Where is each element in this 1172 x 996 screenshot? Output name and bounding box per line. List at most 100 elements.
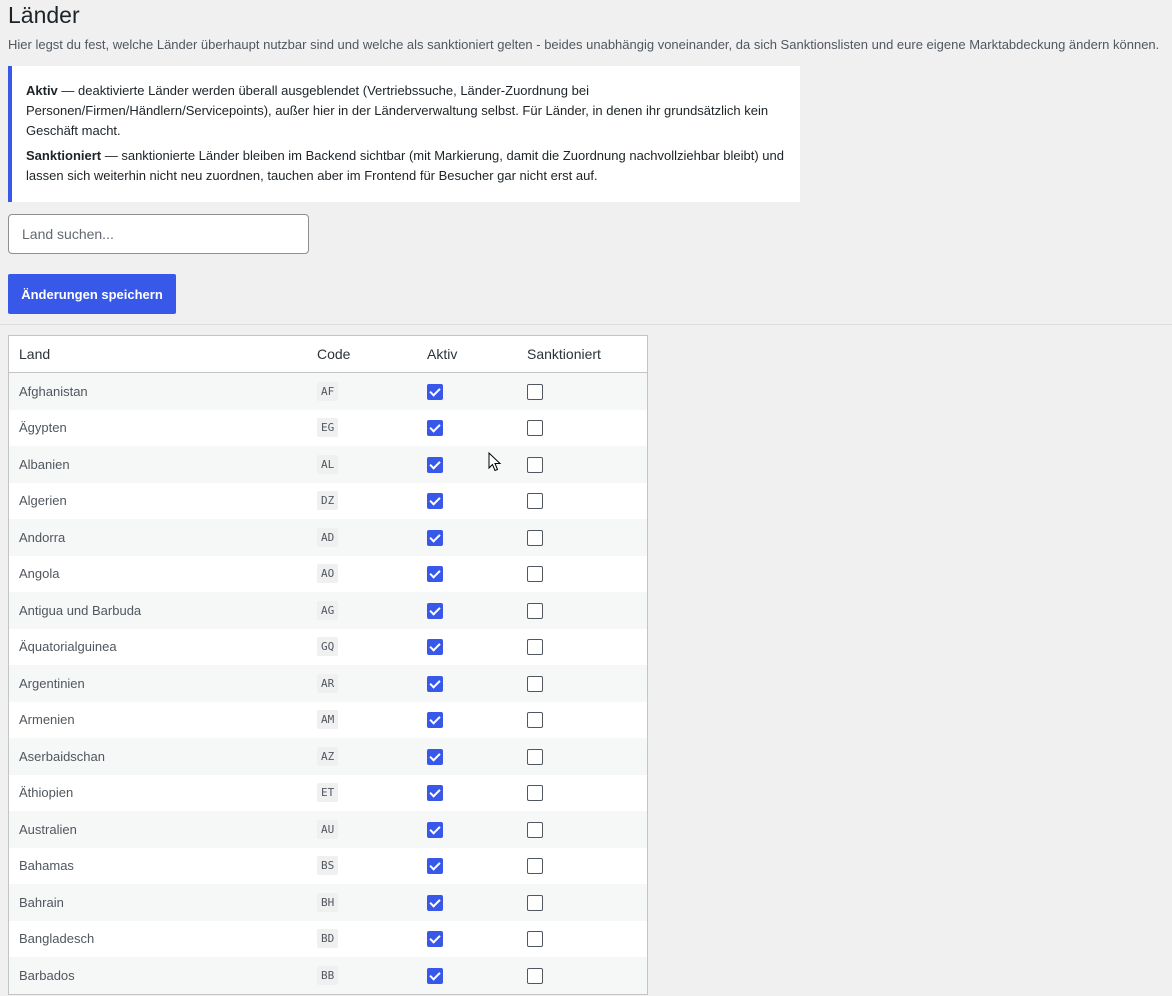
country-code-cell: AR xyxy=(307,665,417,702)
aktiv-checkbox[interactable] xyxy=(427,456,443,473)
aktiv-cell xyxy=(417,884,517,921)
mouse-cursor-icon xyxy=(488,452,502,472)
aktiv-checkbox[interactable] xyxy=(427,821,443,838)
save-changes-button[interactable]: Änderungen speichern xyxy=(8,274,176,314)
aktiv-cell xyxy=(417,957,517,994)
sanktioniert-checkbox[interactable] xyxy=(527,894,543,911)
page-description: Hier legst du fest, welche Länder überha… xyxy=(8,37,1160,52)
country-name: Argentinien xyxy=(9,665,307,702)
aktiv-cell xyxy=(417,482,517,519)
aktiv-checkbox[interactable] xyxy=(427,602,443,619)
country-code-cell: AF xyxy=(307,372,417,410)
aktiv-cell xyxy=(417,555,517,592)
country-code-cell: AG xyxy=(307,592,417,629)
country-name: Bangladesch xyxy=(9,920,307,957)
table-row: Äquatorialguinea GQ xyxy=(9,628,647,665)
country-code-badge: GQ xyxy=(317,637,339,657)
country-code-badge: BS xyxy=(317,856,339,876)
sanktioniert-cell xyxy=(517,628,647,665)
country-code-cell: ET xyxy=(307,774,417,811)
country-code-cell: AO xyxy=(307,555,417,592)
sanktioniert-cell xyxy=(517,446,647,483)
country-name: Albanien xyxy=(9,446,307,483)
sanktioniert-cell xyxy=(517,847,647,884)
aktiv-cell xyxy=(417,446,517,483)
sanktioniert-cell xyxy=(517,482,647,519)
country-code-cell: AZ xyxy=(307,738,417,775)
sanktioniert-checkbox[interactable] xyxy=(527,712,543,729)
aktiv-cell xyxy=(417,738,517,775)
sanktioniert-checkbox[interactable] xyxy=(527,748,543,765)
country-code-cell: BS xyxy=(307,847,417,884)
sanktioniert-checkbox[interactable] xyxy=(527,785,543,802)
column-header-code[interactable]: Code xyxy=(307,336,417,373)
country-name: Armenien xyxy=(9,701,307,738)
country-name: Bahrain xyxy=(9,884,307,921)
country-code-cell: AM xyxy=(307,701,417,738)
column-header-sanktioniert[interactable]: Sanktioniert xyxy=(517,336,647,373)
country-name: Ägypten xyxy=(9,409,307,446)
table-row: Aserbaidschan AZ xyxy=(9,738,647,775)
aktiv-cell xyxy=(417,665,517,702)
country-code-cell: GQ xyxy=(307,628,417,665)
info-notice: Aktiv — deaktivierte Länder werden übera… xyxy=(8,66,800,202)
table-row: Australien AU xyxy=(9,811,647,848)
column-header-land[interactable]: Land xyxy=(9,336,307,373)
aktiv-cell xyxy=(417,774,517,811)
sanktioniert-checkbox[interactable] xyxy=(527,931,543,948)
country-code-badge: DZ xyxy=(317,491,339,511)
country-code-badge: AR xyxy=(317,673,339,693)
aktiv-checkbox[interactable] xyxy=(427,931,443,948)
country-code-cell: BB xyxy=(307,957,417,994)
country-search-input[interactable] xyxy=(8,214,309,254)
sanktioniert-cell xyxy=(517,519,647,556)
sanktioniert-checkbox[interactable] xyxy=(527,456,543,473)
country-name: Algerien xyxy=(9,482,307,519)
table-row: Argentinien AR xyxy=(9,665,647,702)
aktiv-checkbox[interactable] xyxy=(427,748,443,765)
aktiv-checkbox[interactable] xyxy=(427,967,443,984)
country-code-badge: BH xyxy=(317,892,339,912)
country-code-cell: EG xyxy=(307,409,417,446)
aktiv-checkbox[interactable] xyxy=(427,529,443,546)
sanktioniert-cell xyxy=(517,738,647,775)
aktiv-checkbox[interactable] xyxy=(427,675,443,692)
country-code-badge: AZ xyxy=(317,746,339,766)
aktiv-checkbox[interactable] xyxy=(427,894,443,911)
sanktioniert-checkbox[interactable] xyxy=(527,529,543,546)
sanktioniert-checkbox[interactable] xyxy=(527,420,543,437)
aktiv-checkbox[interactable] xyxy=(427,785,443,802)
notice-aktiv: Aktiv — deaktivierte Länder werden übera… xyxy=(26,81,786,141)
aktiv-checkbox[interactable] xyxy=(427,712,443,729)
country-name: Aserbaidschan xyxy=(9,738,307,775)
sanktioniert-checkbox[interactable] xyxy=(527,967,543,984)
sanktioniert-checkbox[interactable] xyxy=(527,675,543,692)
aktiv-checkbox[interactable] xyxy=(427,858,443,875)
aktiv-checkbox[interactable] xyxy=(427,566,443,583)
aktiv-checkbox[interactable] xyxy=(427,420,443,437)
aktiv-cell xyxy=(417,409,517,446)
sanktioniert-checkbox[interactable] xyxy=(527,858,543,875)
country-code-cell: AD xyxy=(307,519,417,556)
sanktioniert-checkbox[interactable] xyxy=(527,602,543,619)
aktiv-cell xyxy=(417,920,517,957)
sanktioniert-checkbox[interactable] xyxy=(527,493,543,510)
country-name: Antigua und Barbuda xyxy=(9,592,307,629)
sanktioniert-cell xyxy=(517,372,647,410)
column-header-aktiv[interactable]: Aktiv xyxy=(417,336,517,373)
country-code-badge: AG xyxy=(317,600,339,620)
notice-aktiv-text: — deaktivierte Länder werden überall aus… xyxy=(26,83,769,138)
table-row: Afghanistan AF xyxy=(9,372,647,410)
aktiv-checkbox[interactable] xyxy=(427,383,443,400)
country-code-cell: AL xyxy=(307,446,417,483)
aktiv-checkbox[interactable] xyxy=(427,639,443,656)
sanktioniert-cell xyxy=(517,701,647,738)
country-name: Barbados xyxy=(9,957,307,994)
aktiv-cell xyxy=(417,592,517,629)
sanktioniert-checkbox[interactable] xyxy=(527,383,543,400)
sanktioniert-checkbox[interactable] xyxy=(527,566,543,583)
aktiv-checkbox[interactable] xyxy=(427,493,443,510)
sanktioniert-checkbox[interactable] xyxy=(527,639,543,656)
sanktioniert-cell xyxy=(517,665,647,702)
sanktioniert-checkbox[interactable] xyxy=(527,821,543,838)
